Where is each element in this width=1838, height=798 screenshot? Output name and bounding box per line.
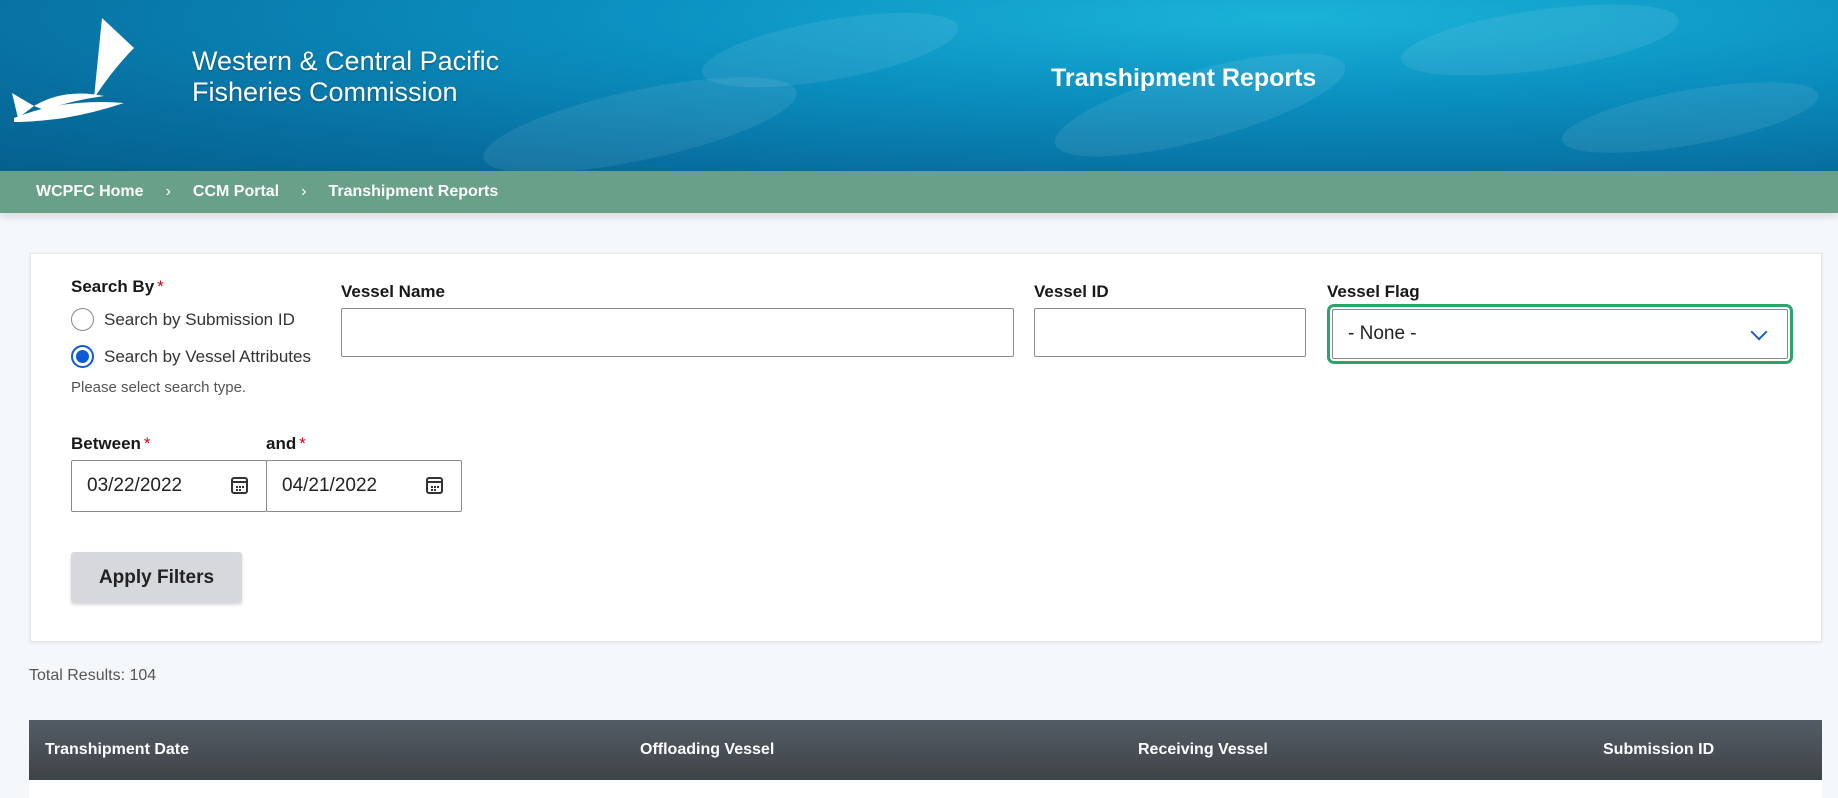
vessel-flag-select[interactable]: - None - [1332, 309, 1788, 359]
column-submission-id[interactable]: Submission ID [1603, 741, 1714, 759]
date-to-input[interactable]: 04/21/2022 [266, 460, 462, 512]
results-table-header: Transhipment Date Offloading Vessel Rece… [29, 720, 1822, 780]
breadcrumb-separator: › [165, 183, 171, 200]
vessel-id-input[interactable] [1034, 308, 1306, 357]
radio-search-by-vessel-attributes[interactable]: Search by Vessel Attributes [71, 345, 311, 368]
chevron-down-icon [1750, 323, 1768, 341]
filter-panel: Search By * Search by Submission ID Searc… [30, 253, 1822, 642]
vessel-flag-label: Vessel Flag [1327, 282, 1420, 301]
org-name: Western & Central Pacific Fisheries Comm… [192, 46, 500, 107]
calendar-icon[interactable] [231, 477, 248, 494]
between-label: Between * [71, 434, 151, 453]
page-title: Transhipment Reports [1051, 64, 1317, 92]
total-results: Total Results: 104 [29, 667, 157, 684]
breadcrumb-current: Transhipment Reports [328, 183, 499, 200]
column-offloading-vessel[interactable]: Offloading Vessel [640, 741, 774, 759]
date-from-input[interactable]: 03/22/2022 [71, 460, 267, 512]
breadcrumb-separator: › [301, 183, 307, 200]
results-table-body [29, 780, 1822, 798]
radio-search-by-submission-id[interactable]: Search by Submission ID [71, 308, 295, 331]
breadcrumb: WCPFC Home › CCM Portal › Transhipment R… [0, 171, 1838, 213]
wcpfc-logo[interactable] [4, 18, 144, 128]
breadcrumb-wcpfc-home[interactable]: WCPFC Home [36, 183, 144, 201]
vessel-name-label: Vessel Name [341, 282, 445, 301]
site-header: Western & Central Pacific Fisheries Comm… [0, 0, 1838, 171]
column-receiving-vessel[interactable]: Receiving Vessel [1138, 741, 1268, 759]
and-label: and * [266, 434, 306, 453]
column-transhipment-date[interactable]: Transhipment Date [45, 741, 189, 759]
vessel-id-label: Vessel ID [1034, 282, 1109, 301]
search-type-help: Please select search type. [71, 379, 247, 396]
vessel-name-input[interactable] [341, 308, 1014, 357]
breadcrumb-ccm-portal[interactable]: CCM Portal [193, 183, 279, 201]
radio-circle[interactable] [71, 308, 94, 331]
apply-filters-button[interactable]: Apply Filters [71, 552, 242, 603]
radio-circle-selected[interactable] [71, 345, 94, 368]
search-by-label: Search By * [71, 277, 164, 296]
calendar-icon[interactable] [426, 477, 443, 494]
